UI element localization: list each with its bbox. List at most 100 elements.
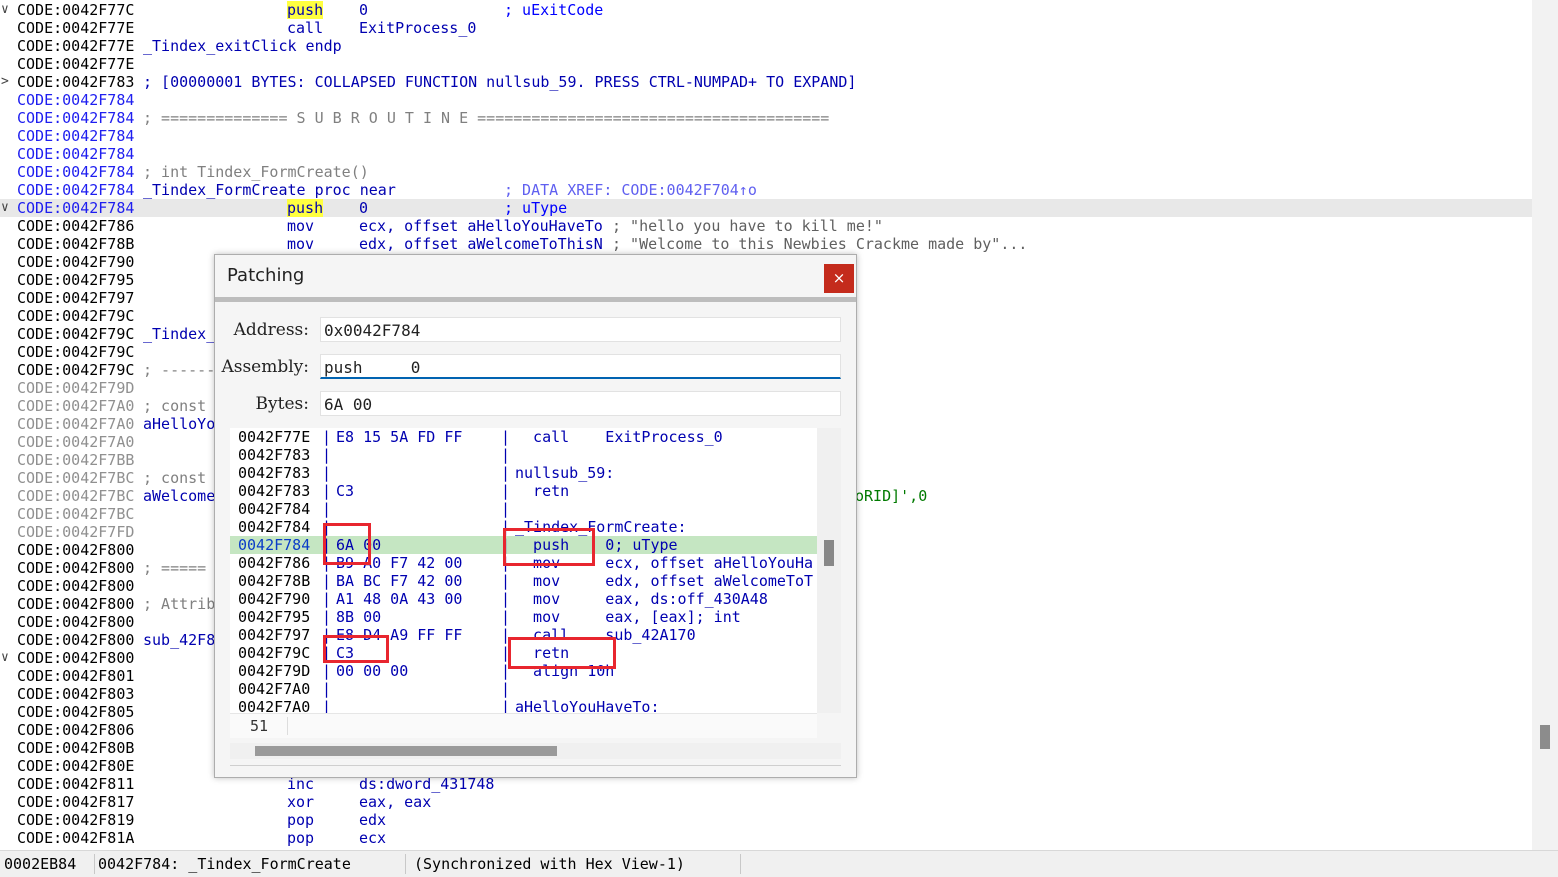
listing-operands: 0 [359,199,369,217]
assembly-field[interactable]: push 0 [320,354,841,379]
preview-address: 0042F786 [238,554,311,572]
listing-row[interactable]: ∨ CODE:0042F77C push 0 ; uExitCode [0,1,1532,19]
listing-comment: ; uType [504,199,568,217]
listing-address: CODE:0042F7BC [17,469,135,487]
preview-row[interactable]: 0042F77E | E8 15 5A FD FF | call ExitProces… [230,428,817,446]
listing-address: CODE:0042F817 [17,793,135,811]
listing-row[interactable]: CODE:0042F77E call ExitProcess_0 [0,19,1532,37]
preview-bytes: C3 [336,482,355,500]
preview-address: 0042F7A0 [238,698,311,713]
listing-scroll-thumb[interactable] [1540,725,1550,749]
listing-row[interactable]: ∨ CODE:0042F784 push 0 ; uType [0,199,1532,217]
listing-address: CODE:0042F7FD [17,523,135,541]
preview-row[interactable]: 0042F783 | C3 | retn [230,482,817,500]
listing-row[interactable]: CODE:0042F784 [0,127,1532,145]
close-icon: × [832,269,846,287]
listing-label: _Tindex_FormCreate proc near [143,181,396,199]
listing-row[interactable]: CODE:0042F786 mov ecx, offset aHelloYouHav… [0,217,1532,235]
bytes-field[interactable]: 6A 00 [320,391,841,416]
preview-assembly: mov eax, [eax]; int [515,608,741,626]
column-divider: | [322,500,332,518]
fold-chevron-icon[interactable]: ∨ [1,649,9,667]
listing-address: CODE:0042F800 [17,649,135,667]
listing-row[interactable]: CODE:0042F819 pop edx [0,811,1532,829]
annotation-box-bytes-c3 [323,635,389,663]
listing-address: CODE:0042F7A0 [17,415,135,433]
column-divider: | [501,428,511,446]
listing-address: CODE:0042F784 [17,145,135,163]
column-divider: | [322,428,332,446]
listing-row[interactable]: CODE:0042F77E _Tindex_exitClick endp [0,37,1532,55]
listing-label: ; ============== S U B R O U T I N E ===… [143,109,830,127]
fold-chevron-icon[interactable]: ∨ [1,1,9,19]
listing-label: ; ===== [143,559,207,577]
listing-address: CODE:0042F81A [17,829,135,847]
listing-address: CODE:0042F79C [17,361,135,379]
preview-address: 0042F783 [238,446,311,464]
listing-operands: edx, offset aWelcomeToThisN [359,235,603,253]
listing-address: CODE:0042F77C [17,1,135,19]
dialog-title: Patching [227,265,305,286]
preview-row[interactable]: 0042F7A0 | | aHelloYouHaveTo: [230,698,817,713]
listing-address: CODE:0042F784 [17,199,135,217]
preview-address: 0042F79C [238,644,311,662]
preview-vertical-scrollbar[interactable] [817,428,841,713]
preview-row[interactable]: 0042F783 | | [230,446,817,464]
listing-row[interactable]: CODE:0042F78B mov edx, offset aWelcomeToTh… [0,235,1532,253]
preview-row[interactable]: 0042F784 | | [230,500,817,518]
listing-address: CODE:0042F7A0 [17,397,135,415]
listing-address: CODE:0042F7BC [17,505,135,523]
listing-row[interactable]: > CODE:0042F783 ; [00000001 BYTES: COLLAPS… [0,73,1532,91]
listing-address: CODE:0042F800 [17,577,135,595]
address-field[interactable]: 0x0042F784 [320,317,841,342]
bytes-label: Bytes: [255,394,309,414]
column-divider: | [501,572,511,590]
preview-row[interactable]: 0042F7A0 | | [230,680,817,698]
preview-scroll-thumb[interactable] [824,540,834,566]
preview-bytes: E8 15 5A FD FF [336,428,463,446]
listing-comment: ; "hello you have to kill me!" [612,217,883,235]
listing-row[interactable]: CODE:0042F784 ; int Tindex_FormCreate() [0,163,1532,181]
column-divider: | [501,698,511,713]
listing-vertical-scrollbar[interactable] [1532,0,1558,850]
preview-address: 0042F79D [238,662,311,680]
column-divider: | [322,680,332,698]
column-divider: | [322,446,332,464]
listing-address: CODE:0042F79C [17,307,135,325]
listing-mnemonic: pop [287,829,315,847]
preview-row[interactable]: 0042F795 | 8B 00 | mov eax, [eax]; int [230,608,817,626]
listing-label: ; const [143,469,207,487]
listing-label: sub_42F8 [143,631,216,649]
preview-row[interactable]: 0042F783 | | nullsub_59: [230,464,817,482]
listing-address: CODE:0042F783 [17,73,135,91]
listing-row[interactable]: CODE:0042F784 ; ============== S U B R O … [0,109,1532,127]
listing-address: CODE:0042F800 [17,613,135,631]
close-button[interactable]: × [824,264,854,293]
preview-bytes: A1 48 0A 43 00 [336,590,463,608]
listing-row[interactable]: CODE:0042F817 xor eax, eax [0,793,1532,811]
preview-pane[interactable]: 0042F77E | E8 15 5A FD FF | call ExitProces… [230,428,817,713]
listing-label: _Tindex_exitClick endp [143,37,342,55]
fold-chevron-icon[interactable]: ∨ [1,199,9,217]
listing-address: CODE:0042F77E [17,19,135,37]
listing-label: ; [00000001 BYTES: COLLAPSED FUNCTION nu… [143,73,857,91]
listing-row[interactable]: CODE:0042F784 [0,91,1532,109]
fold-chevron-icon[interactable]: > [1,73,9,91]
listing-row[interactable]: CODE:0042F784 [0,145,1532,163]
annotation-box-bytes-6a [323,523,371,565]
preview-hscroll-thumb[interactable] [255,746,557,756]
listing-address: CODE:0042F800 [17,631,135,649]
listing-address: CODE:0042F79D [17,379,135,397]
listing-operands: ecx [359,829,387,847]
column-divider: | [501,446,511,464]
preview-row[interactable]: 0042F790 | A1 48 0A 43 00 | mov eax, ds:off… [230,590,817,608]
listing-row[interactable]: CODE:0042F77E [0,55,1532,73]
listing-address: CODE:0042F811 [17,775,135,793]
dialog-title-divider [215,297,856,302]
preview-assembly: call ExitProcess_0 [515,428,723,446]
preview-row[interactable]: 0042F78B | BA BC F7 42 00 | mov edx, offset… [230,572,817,590]
preview-assembly: retn [515,482,570,500]
column-divider: | [322,698,332,713]
listing-row[interactable]: CODE:0042F81A pop ecx [0,829,1532,847]
listing-row[interactable]: CODE:0042F784 _Tindex_FormCreate proc nea… [0,181,1532,199]
